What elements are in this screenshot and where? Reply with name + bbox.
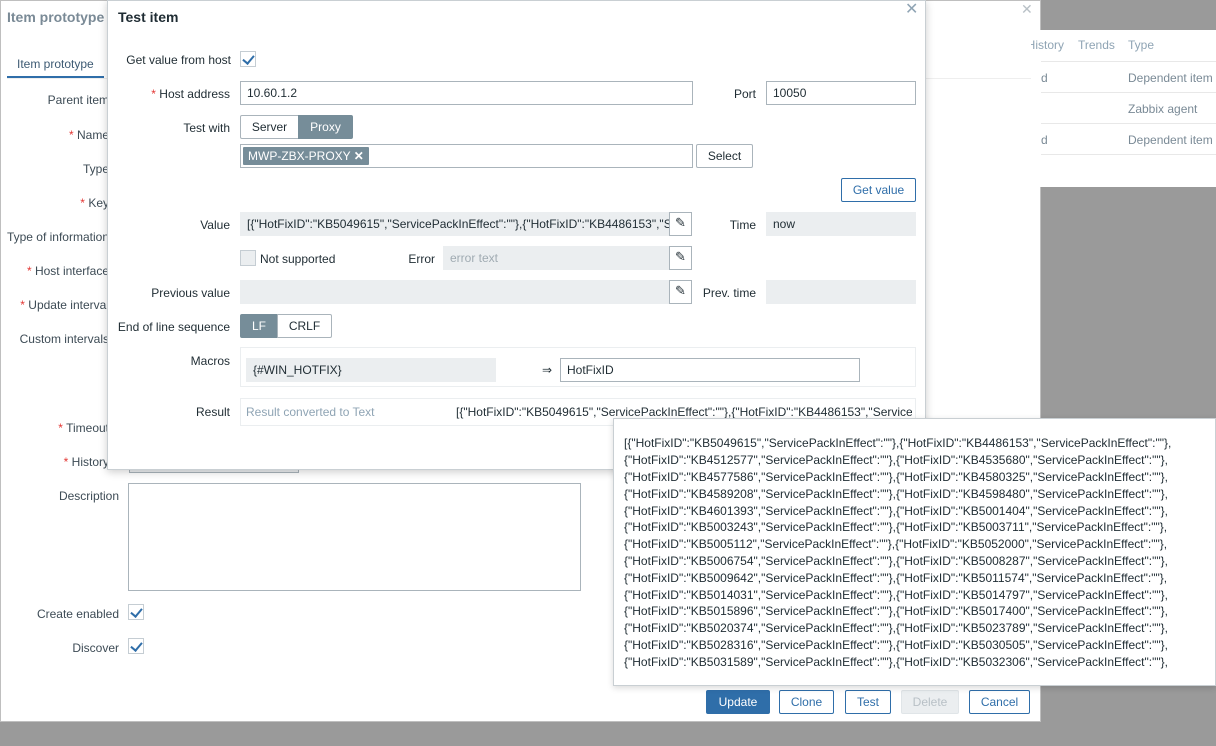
port-input[interactable]: 10050 bbox=[766, 81, 916, 105]
description-textarea[interactable] bbox=[128, 483, 581, 591]
eol-lf[interactable]: LF bbox=[240, 314, 278, 338]
clone-button[interactable]: Clone bbox=[779, 690, 834, 714]
arrow-icon: ⇒ bbox=[542, 363, 553, 377]
table-row: d Dependent item bbox=[1041, 123, 1216, 154]
previous-value-field bbox=[240, 280, 670, 304]
label-previous-value: Previous value bbox=[151, 286, 230, 300]
edit-value-button[interactable]: ✎ bbox=[669, 212, 692, 236]
label-macros: Macros bbox=[190, 354, 230, 368]
label-parent-item: Parent item bbox=[47, 93, 109, 107]
label-test-with: Test with bbox=[183, 121, 230, 135]
result-line: {"HotFixID":"KB5003243","ServicePackInEf… bbox=[624, 520, 1168, 534]
label-type: Type bbox=[82, 162, 109, 176]
get-value-button[interactable]: Get value bbox=[841, 178, 916, 202]
table-row: Zabbix agent bbox=[1041, 92, 1216, 123]
column-history[interactable]: History bbox=[1031, 38, 1064, 52]
result-line: {"HotFixID":"KB4589208","ServicePackInEf… bbox=[624, 487, 1168, 501]
proxy-tag: MWP-ZBX-PROXY ✕ bbox=[243, 147, 369, 165]
label-name: * Name bbox=[68, 128, 109, 142]
test-with-proxy[interactable]: Proxy bbox=[298, 115, 353, 139]
label-description: Description bbox=[58, 489, 119, 503]
update-button[interactable]: Update bbox=[706, 690, 770, 714]
pencil-icon: ✎ bbox=[675, 249, 686, 264]
label-get-value-from-host: Get value from host bbox=[126, 53, 231, 67]
result-line: {"HotFixID":"KB5006754","ServicePackInEf… bbox=[624, 554, 1168, 568]
discover-checkbox[interactable] bbox=[128, 638, 144, 654]
result-line: [{"HotFixID":"KB5049615","ServicePackInE… bbox=[624, 436, 1172, 450]
label-discover: Discover bbox=[72, 641, 119, 655]
result-popup[interactable]: [{"HotFixID":"KB5049615","ServicePackInE… bbox=[613, 418, 1216, 686]
column-type[interactable]: Type bbox=[1128, 38, 1154, 52]
label-update-interval: * Update interval bbox=[20, 298, 109, 312]
table-row: d Dependent item bbox=[1041, 61, 1216, 92]
prev-time-field bbox=[766, 280, 916, 304]
label-create-enabled: Create enabled bbox=[36, 607, 119, 621]
label-eol-sequence: End of line sequence bbox=[117, 320, 230, 334]
error-field[interactable]: error text bbox=[443, 246, 670, 270]
label-history: * History bbox=[63, 455, 109, 469]
label-result: Result bbox=[195, 405, 230, 419]
dialog-title: Test item bbox=[118, 9, 179, 25]
result-line: {"HotFixID":"KB5009642","ServicePackInEf… bbox=[624, 571, 1168, 585]
pencil-icon: ✎ bbox=[675, 283, 686, 298]
value-field[interactable]: [{"HotFixID":"KB5049615","ServicePackInE… bbox=[240, 212, 670, 236]
edit-error-button[interactable]: ✎ bbox=[669, 246, 692, 270]
select-button[interactable]: Select bbox=[696, 144, 753, 168]
label-time: Time bbox=[729, 218, 756, 232]
close-icon[interactable]: ✕ bbox=[905, 0, 918, 19]
result-line: {"HotFixID":"KB5028316","ServicePackInEf… bbox=[624, 638, 1168, 652]
result-line: {"HotFixID":"KB5014031","ServicePackInEf… bbox=[624, 588, 1168, 602]
macro-value-input[interactable]: HotFixID bbox=[560, 358, 860, 382]
get-value-from-host-checkbox[interactable] bbox=[240, 51, 256, 67]
time-field: now bbox=[766, 212, 916, 236]
remove-icon[interactable]: ✕ bbox=[354, 149, 364, 163]
result-type-text: Result converted to Text bbox=[246, 405, 375, 419]
test-item-dialog: Test item ✕ Get value from host * Host a… bbox=[107, 0, 926, 470]
result-value[interactable]: [{"HotFixID":"KB5049615","ServicePackInE… bbox=[456, 405, 912, 419]
create-enabled-checkbox[interactable] bbox=[128, 604, 144, 620]
label-custom-intervals: Custom intervals bbox=[19, 332, 109, 346]
host-address-input[interactable]: 10.60.1.2 bbox=[240, 81, 693, 105]
close-icon[interactable]: ✕ bbox=[1021, 1, 1033, 18]
label-not-supported: Not supported bbox=[260, 252, 336, 266]
result-line: {"HotFixID":"KB4512577","ServicePackInEf… bbox=[624, 453, 1168, 467]
result-line: {"HotFixID":"KB4577586","ServicePackInEf… bbox=[624, 470, 1168, 484]
not-supported-checkbox[interactable] bbox=[240, 250, 256, 266]
column-trends[interactable]: Trends bbox=[1078, 38, 1115, 52]
label-host-address: * Host address bbox=[151, 87, 230, 101]
label-value: Value bbox=[200, 218, 230, 232]
result-line: {"HotFixID":"KB4601393","ServicePackInEf… bbox=[624, 504, 1168, 518]
test-with-server[interactable]: Server bbox=[240, 115, 299, 139]
result-line: {"HotFixID":"KB5020374","ServicePackInEf… bbox=[624, 621, 1168, 635]
tab-item-prototype[interactable]: Item prototype bbox=[7, 51, 104, 79]
cancel-button[interactable]: Cancel bbox=[969, 690, 1030, 714]
macro-name-field: {#WIN_HOTFIX} bbox=[246, 358, 496, 382]
page-title: Item prototype bbox=[7, 9, 105, 25]
label-error: Error bbox=[408, 252, 435, 266]
eol-crlf[interactable]: CRLF bbox=[277, 314, 332, 338]
label-host-interface: * Host interface bbox=[26, 264, 109, 278]
result-line: {"HotFixID":"KB5031589","ServicePackInEf… bbox=[624, 655, 1168, 669]
label-prev-time: Prev. time bbox=[702, 286, 756, 300]
pencil-icon: ✎ bbox=[675, 215, 686, 230]
test-button[interactable]: Test bbox=[845, 690, 891, 714]
result-line: {"HotFixID":"KB5005112","ServicePackInEf… bbox=[624, 537, 1168, 551]
delete-button: Delete bbox=[901, 690, 959, 714]
label-port: Port bbox=[733, 87, 756, 101]
result-line: {"HotFixID":"KB5015896","ServicePackInEf… bbox=[624, 604, 1168, 618]
table-row bbox=[1041, 154, 1216, 187]
edit-previous-value-button[interactable]: ✎ bbox=[669, 280, 692, 304]
label-timeout: * Timeout bbox=[58, 421, 109, 435]
label-type-of-information: Type of information bbox=[6, 230, 109, 244]
label-key: * Key bbox=[80, 196, 109, 210]
